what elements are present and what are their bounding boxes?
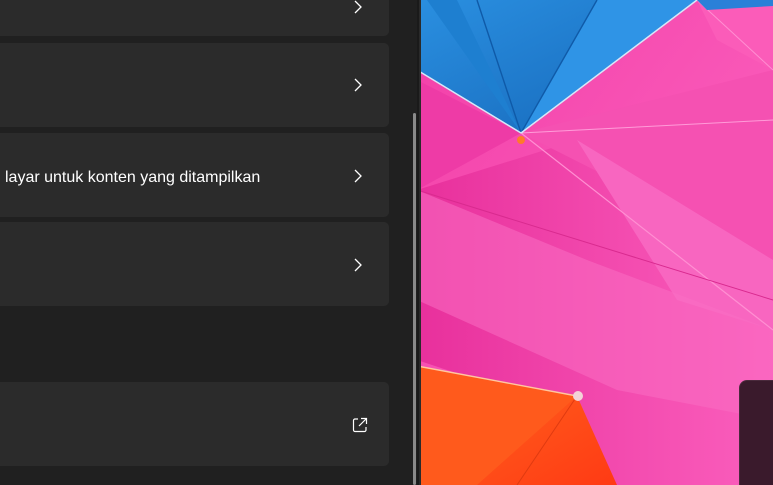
chevron-right-icon (354, 169, 362, 183)
settings-card-2[interactable] (0, 43, 389, 127)
pane-divider (417, 0, 419, 485)
settings-card-3-label: layar untuk konten yang ditampilkan (5, 169, 261, 186)
flyout-panel-edge (739, 380, 773, 485)
settings-card-5[interactable] (0, 382, 389, 466)
screen: layar untuk konten yang ditampilkan (0, 0, 773, 485)
open-external-icon (352, 417, 368, 433)
scrollbar-thumb[interactable] (413, 113, 416, 485)
settings-card-1[interactable] (0, 0, 389, 36)
chevron-right-icon (354, 0, 362, 14)
wallpaper-image (417, 0, 773, 485)
chevron-right-icon (354, 78, 362, 92)
settings-card-3[interactable]: layar untuk konten yang ditampilkan (0, 133, 389, 217)
settings-card-4[interactable] (0, 222, 389, 306)
chevron-right-icon (354, 258, 362, 272)
umbrellas-wallpaper (417, 0, 773, 485)
settings-pane: layar untuk konten yang ditampilkan (0, 0, 417, 485)
